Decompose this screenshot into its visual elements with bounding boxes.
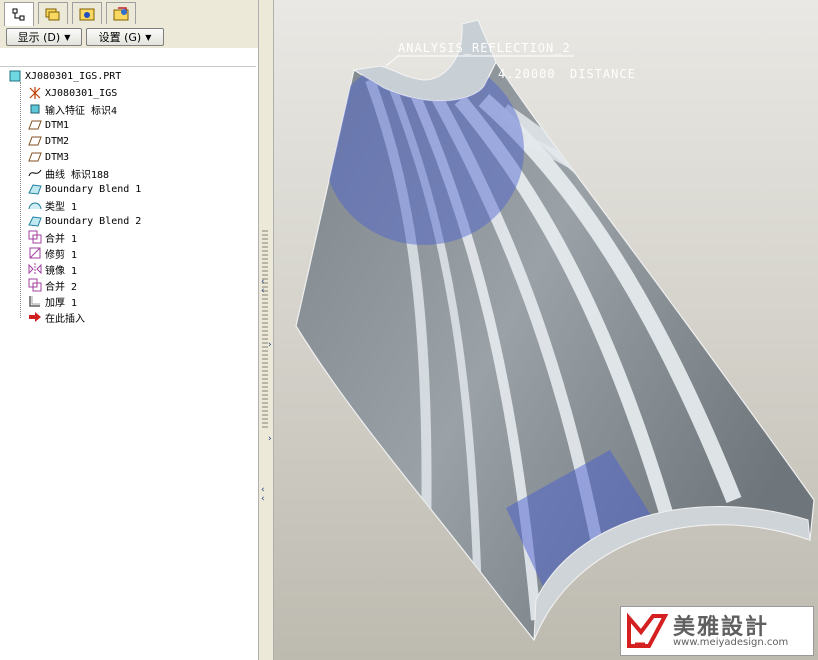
- model-tree-panel: 显示 (D) ▼ 设置 (G) ▼ XJ080301_IGS.PRT XJ080…: [0, 0, 259, 660]
- web-folder-icon: [113, 6, 129, 20]
- panel-splitter[interactable]: ‹ ‹ › › ‹ ‹: [258, 0, 274, 660]
- tree-header-strip: [0, 48, 256, 67]
- tab-folder-browser[interactable]: [38, 2, 68, 24]
- insert-arrow-icon: [28, 310, 42, 324]
- tree-item-merge-1[interactable]: 合并 1: [28, 229, 77, 245]
- tree-item-label: 镜像 1: [45, 265, 78, 277]
- tree-item-label: DTM3: [45, 151, 70, 163]
- tree-item-label: 合并 1: [45, 233, 78, 245]
- tab-web-browser[interactable]: [106, 2, 136, 24]
- tree-item-label: 修剪 1: [45, 249, 78, 261]
- folder-stack-icon: [45, 8, 60, 20]
- tree-item-label: 类型 1: [45, 201, 78, 213]
- tree-item-csys[interactable]: XJ080301_IGS: [28, 85, 117, 101]
- merge-icon: [28, 278, 42, 292]
- tree-item-dtm2[interactable]: DTM2: [28, 133, 69, 149]
- trim-icon: [28, 246, 42, 260]
- tree-root-item[interactable]: XJ080301_IGS.PRT: [8, 68, 121, 84]
- analysis-name-label: ANALYSIS_REFLECTION_2: [398, 41, 571, 55]
- csys-icon: [28, 86, 42, 100]
- show-dropdown-label: 显示 (D): [17, 31, 61, 44]
- part-icon: [8, 69, 22, 83]
- model-tree-icon: [12, 8, 25, 21]
- tree-item-boundary-blend-1[interactable]: Boundary Blend 1: [28, 181, 141, 197]
- tree-item-type-1[interactable]: 类型 1: [28, 197, 77, 213]
- datum-plane-icon: [28, 118, 42, 132]
- meiya-logo-icon: [627, 612, 669, 648]
- tree-item-thicken-1[interactable]: 加厚 1: [28, 293, 77, 309]
- chevron-down-icon: ▼: [145, 32, 152, 42]
- tree-item-label: 加厚 1: [45, 297, 78, 309]
- boundary-blend-icon: [28, 214, 42, 228]
- tree-toolbar: 显示 (D) ▼ 设置 (G) ▼: [0, 26, 258, 48]
- boundary-blend-icon: [28, 182, 42, 196]
- chevron-down-icon: ▼: [64, 32, 71, 42]
- tree-item-dtm3[interactable]: DTM3: [28, 149, 69, 165]
- show-dropdown-button[interactable]: 显示 (D) ▼: [6, 28, 82, 46]
- tree-item-label: 输入特征 标识4: [45, 105, 118, 117]
- tree-item-mirror-1[interactable]: 镜像 1: [28, 261, 77, 277]
- datum-plane-icon: [28, 150, 42, 164]
- tree-item-label: 在此插入: [45, 313, 85, 325]
- watermark-logo: 美雅設計 www.meiyadesign.com: [620, 606, 814, 656]
- distance-label: DISTANCE: [570, 67, 636, 81]
- tree-item-label: Boundary Blend 2: [45, 215, 142, 227]
- datum-plane-icon: [28, 134, 42, 148]
- expand-arrow-icon[interactable]: ›: [268, 340, 272, 350]
- mirror-icon: [28, 262, 42, 276]
- watermark-site: www.meiyadesign.com: [673, 637, 789, 648]
- expand-arrow-icon[interactable]: ›: [268, 434, 272, 444]
- tree-item-trim-1[interactable]: 修剪 1: [28, 245, 77, 261]
- merge-icon: [28, 230, 42, 244]
- tab-model-tree[interactable]: [4, 2, 34, 27]
- distance-value: 4.20000: [498, 67, 556, 81]
- tab-favorites[interactable]: [72, 2, 102, 24]
- tree-item-boundary-blend-2[interactable]: Boundary Blend 2: [28, 213, 141, 229]
- settings-dropdown-button[interactable]: 设置 (G) ▼: [86, 28, 164, 46]
- collapse-arrows-icon[interactable]: ‹ ‹: [261, 278, 265, 296]
- collapse-arrows-icon[interactable]: ‹ ‹: [261, 486, 265, 504]
- import-feature-icon: [28, 102, 42, 116]
- tree-connector-line: [20, 82, 21, 318]
- settings-dropdown-label: 设置 (G): [98, 31, 142, 44]
- tree-item-label: XJ080301_IGS: [45, 87, 118, 99]
- tree-item-label: 合并 2: [45, 281, 78, 293]
- surface-icon: [28, 198, 42, 212]
- tree-item-insert-here[interactable]: 在此插入: [28, 309, 85, 325]
- tree-item-import-feature[interactable]: 输入特征 标识4: [28, 101, 117, 117]
- tree-item-dtm1[interactable]: DTM1: [28, 117, 69, 133]
- tree-item-label: DTM2: [45, 135, 70, 147]
- splitter-grip: [262, 230, 268, 430]
- tree-item-curve[interactable]: 曲线 标识188: [28, 165, 109, 181]
- reflection-analysis-model[interactable]: [274, 0, 818, 660]
- thicken-icon: [28, 294, 42, 308]
- navigator-tabs: [0, 0, 258, 27]
- tree-item-merge-2[interactable]: 合并 2: [28, 277, 77, 293]
- tree-item-label: Boundary Blend 1: [45, 183, 142, 195]
- favorites-folder-icon: [79, 8, 95, 20]
- tree-item-label: 曲线 标识188: [45, 169, 110, 181]
- tree-item-label: DTM1: [45, 119, 70, 131]
- graphics-viewport[interactable]: ANALYSIS_REFLECTION_2 4.20000 DISTANCE: [274, 0, 818, 660]
- curve-icon: [28, 166, 42, 180]
- tree-root-label: XJ080301_IGS.PRT: [25, 70, 122, 82]
